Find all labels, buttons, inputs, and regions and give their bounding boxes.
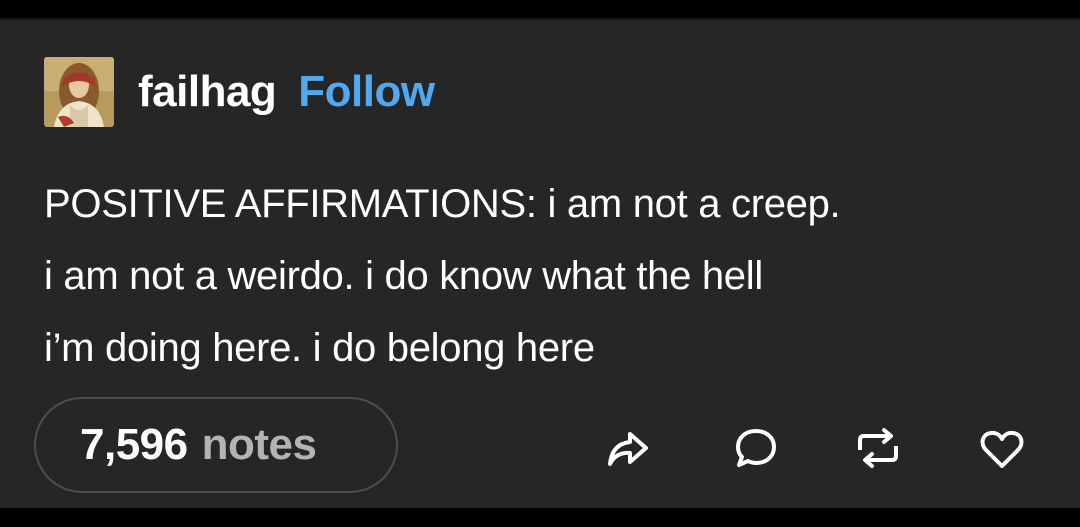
notes-count: 7,596 xyxy=(80,420,188,469)
bottom-strip xyxy=(0,508,1080,527)
notes-label: notes xyxy=(201,420,317,469)
post-body-line: POSITIVE AFFIRMATIONS: i am not a creep. xyxy=(44,182,841,226)
post-body: POSITIVE AFFIRMATIONS: i am not a creep.… xyxy=(44,168,1054,384)
reply-button[interactable] xyxy=(728,420,784,476)
like-icon xyxy=(980,430,1024,468)
post-header: failhag Follow xyxy=(44,57,435,127)
avatar[interactable] xyxy=(44,57,114,127)
avatar-image xyxy=(44,57,114,127)
reblog-button[interactable] xyxy=(850,420,906,476)
follow-button[interactable]: Follow xyxy=(298,70,435,114)
share-button[interactable] xyxy=(600,420,656,476)
username[interactable]: failhag xyxy=(138,70,277,114)
notes-button[interactable]: 7,596 notes xyxy=(34,397,398,493)
reblog-icon xyxy=(858,428,898,468)
share-icon xyxy=(608,432,648,466)
post-body-line: i am not a weirdo. i do know what the he… xyxy=(44,254,763,298)
reply-icon xyxy=(736,429,776,467)
like-button[interactable] xyxy=(974,420,1030,476)
post-card: failhag Follow POSITIVE AFFIRMATIONS: i … xyxy=(0,20,1080,508)
post-body-line: i’m doing here. i do belong here xyxy=(44,326,595,370)
